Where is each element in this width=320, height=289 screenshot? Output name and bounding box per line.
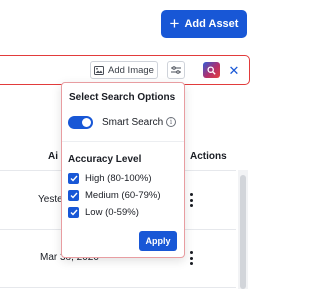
search-icon [207,65,216,75]
search-options-title: Select Search Options [69,92,176,103]
check-icon[interactable] [68,190,79,201]
smart-search-toggle[interactable] [68,116,93,129]
toggle-knob [82,118,91,127]
add-asset-button[interactable]: + Add Asset [161,10,247,38]
filter-button[interactable] [167,61,185,79]
accuracy-option-high[interactable]: High (80-100%) [68,173,152,184]
column-header-ai: Ai [48,151,58,162]
row-divider [0,287,236,288]
accuracy-option-low[interactable]: Low (0-59%) [68,207,139,218]
kebab-icon[interactable] [189,251,193,265]
accuracy-option-label: Medium (60-79%) [85,190,161,201]
check-icon[interactable] [68,173,79,184]
search-button[interactable] [203,62,220,78]
scrollbar-thumb[interactable] [240,175,246,289]
filter-icon [171,66,181,74]
add-image-button[interactable]: Add Image [90,61,158,79]
accuracy-option-medium[interactable]: Medium (60-79%) [68,190,161,201]
accuracy-option-label: High (80-100%) [85,173,152,184]
options-divider [62,141,184,142]
close-icon[interactable]: ✕ [227,62,241,78]
add-image-label: Add Image [108,64,154,76]
apply-button[interactable]: Apply [139,231,177,251]
image-icon [94,65,105,75]
column-header-actions: Actions [190,151,227,162]
kebab-icon[interactable] [189,193,193,207]
accuracy-option-label: Low (0-59%) [85,207,139,218]
check-icon[interactable] [68,207,79,218]
table-cell-date: Yeste [38,194,63,205]
smart-search-label: Smart Search [102,117,164,128]
add-asset-label: Add Asset [184,18,239,30]
accuracy-level-title: Accuracy Level [68,154,142,165]
plus-icon: + [169,13,180,33]
info-icon[interactable]: i [166,117,176,127]
